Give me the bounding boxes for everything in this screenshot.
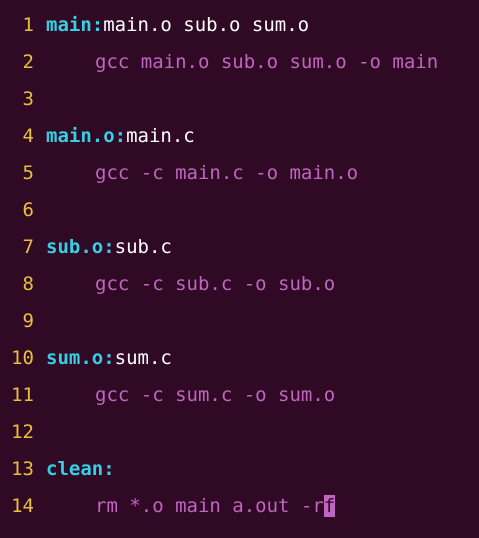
code-line[interactable]: 12 [0, 414, 479, 451]
line-number: 5 [22, 162, 34, 184]
code-line[interactable]: 5 gcc -c main.c -o main.o [0, 155, 479, 192]
line-number: 14 [11, 495, 34, 517]
line-number: 8 [22, 273, 34, 295]
code-line[interactable]: 1 main:main.o sub.o sum.o [0, 7, 479, 44]
line-number: 10 [11, 347, 34, 369]
code-line[interactable]: 2 gcc main.o sub.o sum.o -o main [0, 44, 479, 81]
code-line[interactable]: 4 main.o:main.c [0, 118, 479, 155]
line-number: 6 [22, 199, 34, 221]
make-target: clean: [46, 458, 115, 480]
make-command: gcc -c sum.c -o sum.o [95, 384, 336, 406]
make-dependencies: main.o sub.o sum.o [103, 14, 310, 36]
make-dependencies: sum.c [114, 347, 172, 369]
make-dependencies: sub.c [114, 236, 172, 258]
line-number: 13 [11, 458, 34, 480]
make-command: gcc -c main.c -o main.o [95, 162, 359, 184]
make-dependencies: main.c [126, 125, 195, 147]
make-target: main.o: [46, 125, 127, 147]
make-command: gcc -c sub.c -o sub.o [95, 273, 336, 295]
line-number: 3 [22, 88, 34, 110]
code-line[interactable]: 11 gcc -c sum.c -o sum.o [0, 377, 479, 414]
code-line[interactable]: 13 clean: [0, 451, 479, 488]
line-number: 11 [11, 384, 34, 406]
text-cursor[interactable]: f [323, 495, 336, 517]
code-line[interactable]: 6 [0, 192, 479, 229]
line-number: 9 [22, 310, 34, 332]
line-number: 12 [11, 421, 34, 443]
make-target: sub.o: [46, 236, 115, 258]
line-number: 1 [22, 14, 34, 36]
code-line[interactable]: 3 [0, 81, 479, 118]
code-line[interactable]: 14 rm *.o main a.out -rf [0, 488, 479, 525]
make-command: rm *.o main a.out -r [95, 495, 324, 517]
make-command: gcc main.o sub.o sum.o -o main [95, 51, 439, 73]
make-target: main: [46, 14, 104, 36]
code-line[interactable]: 9 [0, 303, 479, 340]
line-number: 2 [22, 51, 34, 73]
code-editor[interactable]: 1 main:main.o sub.o sum.o 2 gcc main.o s… [0, 0, 479, 538]
code-line[interactable]: 10 sum.o:sum.c [0, 340, 479, 377]
code-line[interactable]: 8 gcc -c sub.c -o sub.o [0, 266, 479, 303]
code-line[interactable]: 7 sub.o:sub.c [0, 229, 479, 266]
line-number: 4 [22, 125, 34, 147]
line-number: 7 [22, 236, 34, 258]
make-target: sum.o: [46, 347, 115, 369]
